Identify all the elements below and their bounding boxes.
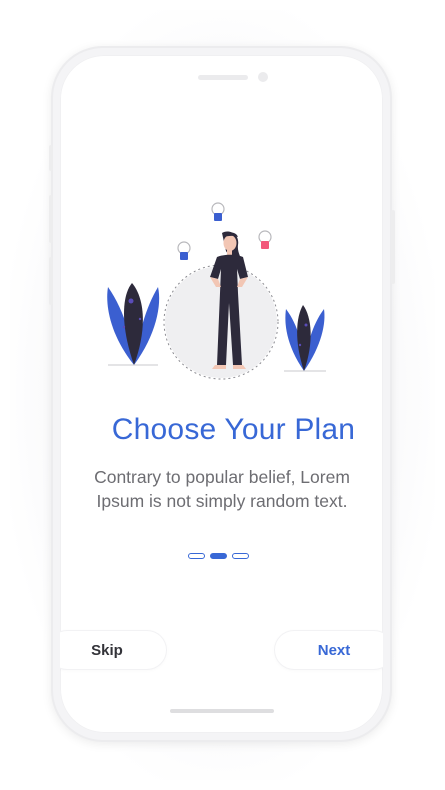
onboarding-description: Contrary to popular belief, Lorem Ipsum …: [94, 467, 350, 511]
front-camera-icon: [258, 72, 268, 82]
next-button[interactable]: Next: [275, 631, 383, 669]
next-button-label: Next: [317, 641, 351, 659]
onboarding-title: Choose Your Plan: [111, 413, 356, 446]
left-plant-icon: [107, 283, 160, 366]
phone-side-button-left-2: [49, 195, 53, 243]
page-dot-1[interactable]: [188, 553, 205, 559]
phone-side-button-left-1: [49, 145, 53, 171]
onboarding-illustration: [107, 202, 326, 380]
page-indicator: [188, 553, 249, 559]
ornament-pink-icon: [258, 230, 272, 249]
skip-button[interactable]: Skip: [60, 631, 166, 669]
home-indicator[interactable]: [170, 709, 274, 713]
ornament-blue-top-icon: [211, 202, 225, 221]
page-dot-3[interactable]: [232, 553, 249, 559]
page-dot-2-active[interactable]: [210, 553, 227, 559]
stage: Choose Your Plan Contrary to popular bel…: [0, 0, 445, 790]
right-plant-icon: [284, 305, 326, 372]
speaker-grille-icon: [198, 75, 248, 80]
phone-screen: Choose Your Plan Contrary to popular bel…: [60, 55, 383, 733]
ornament-blue-left-icon: [177, 241, 191, 260]
phone-side-button-left-3: [49, 257, 53, 305]
phone-side-button-right: [391, 210, 395, 284]
skip-button-label: Skip: [91, 641, 123, 659]
